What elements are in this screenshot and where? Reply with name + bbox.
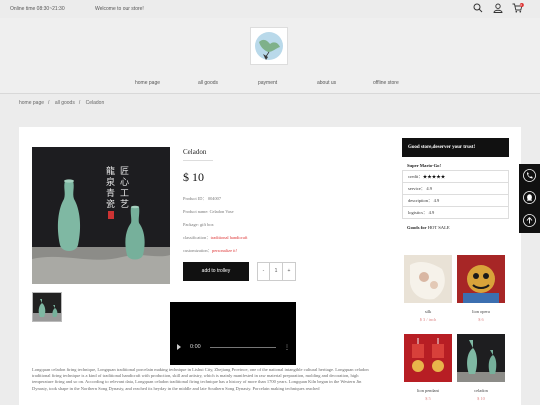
welcome-text: Welcome to our store! (95, 6, 144, 12)
quantity-input[interactable]: 1 (270, 262, 283, 281)
floating-toolbar (519, 164, 540, 233)
store-sidebar: Good store,deserver your trust! Super Ma… (402, 138, 509, 230)
hot-sale-item-price: $ 5 (425, 396, 431, 401)
svg-text:心: 心 (120, 177, 129, 188)
breadcrumb-current: Celadon (85, 100, 105, 106)
goods-for-label: Goods for (407, 225, 427, 230)
title-divider (183, 160, 213, 161)
svg-text:艺: 艺 (120, 199, 129, 210)
store-logo[interactable] (250, 27, 288, 65)
qq-chat-icon[interactable] (523, 191, 536, 204)
more-options-icon[interactable]: ⋮ (284, 344, 290, 351)
breadcrumb: home page / all goods / Celadon (19, 100, 108, 106)
video-time: 0:00 (190, 344, 201, 350)
silk-image[interactable] (404, 255, 452, 303)
phone-icon[interactable] (523, 169, 536, 182)
quantity-stepper: - 1 + (257, 262, 296, 281)
product-detail-panel: 龍泉青瓷 匠心工艺 Celadon $ 10 Product ID： 00400… (19, 127, 521, 405)
nav-payment[interactable]: payment (258, 80, 277, 86)
svg-text:青: 青 (106, 187, 115, 199)
site-header: home page all goods payment about us off… (0, 18, 540, 94)
product-id-value: 004007 (207, 196, 222, 201)
product-title: Celadon (183, 148, 207, 156)
product-thumbnail[interactable] (32, 292, 62, 322)
customization-label: customization： (183, 248, 213, 253)
nav-all-goods[interactable]: all goods (198, 80, 218, 86)
breadcrumb-home[interactable]: home page (19, 100, 44, 106)
hot-sale-label: HOT SALE (427, 225, 450, 230)
hot-sale-item-name[interactable]: celadon (457, 388, 505, 393)
hot-sale-item[interactable]: silk $ 3 / inch (404, 255, 452, 322)
hot-sale-item-price: $ 10 (477, 396, 485, 401)
hot-sale-item[interactable]: lion opera $ 6 (457, 255, 505, 322)
lion-opera-image[interactable] (457, 255, 505, 303)
product-name-row: Product name: Celadon Vase (183, 209, 234, 214)
svg-text:龍: 龍 (106, 165, 115, 177)
nav-about-us[interactable]: about us (317, 80, 336, 86)
product-description: Longquan celadon firing technique, Longq… (32, 367, 369, 391)
hot-sale-item-price: $ 6 (478, 317, 484, 322)
customization-value[interactable]: personalize it! (212, 248, 237, 253)
svg-text:瓷: 瓷 (106, 198, 115, 210)
product-classification-row: classification：traditional handicraft (183, 235, 248, 241)
svg-text:泉: 泉 (106, 176, 115, 188)
hot-sale-item-name[interactable]: lion pendant (404, 388, 452, 393)
classification-value[interactable]: traditional handicraft (211, 235, 248, 240)
svg-text:工: 工 (120, 189, 129, 199)
product-customization-row: customization：personalize it! (183, 248, 237, 254)
breadcrumb-separator: / (48, 100, 50, 106)
classification-label: classification： (183, 235, 211, 240)
cart-count-badge: 0 (520, 3, 523, 8)
hot-sale-item[interactable]: lion pendant $ 5 (404, 334, 452, 401)
svg-text:匠: 匠 (120, 166, 129, 177)
hot-sale-item[interactable]: celadon $ 10 (457, 334, 505, 401)
online-time-text: Online time 08:30~21:30 (10, 6, 65, 12)
product-video-player[interactable]: 0:00 ⋮ (170, 302, 296, 365)
product-id-label: Product ID： (183, 196, 207, 201)
hot-sale-item-price: $ 3 / inch (419, 317, 437, 322)
video-progress-bar[interactable] (210, 347, 276, 348)
goods-heading: Goods for HOT SALE (407, 225, 509, 230)
cart-icon[interactable]: 0 (512, 3, 524, 13)
add-to-trolley-button[interactable]: add to trolley (183, 262, 249, 281)
play-icon[interactable] (177, 344, 181, 350)
breadcrumb-separator: / (78, 100, 81, 106)
nav-offline-store[interactable]: offline store (373, 80, 399, 86)
sidebar-heading: Good store,deserver your trust! (402, 138, 509, 157)
credit-label: credit： (408, 174, 423, 179)
top-bar: Online time 08:30~21:30 Welcome to our s… (0, 0, 540, 18)
credit-stars: ★★★★★ (422, 174, 446, 179)
product-main-image[interactable]: 龍泉青瓷 匠心工艺 (32, 147, 170, 284)
logistics-row: logistics： 4.9 (402, 206, 509, 219)
nav-home-page[interactable]: home page (135, 80, 160, 86)
hot-sale-item-name[interactable]: lion opera (457, 309, 505, 314)
user-icon[interactable] (493, 3, 503, 13)
product-id-row: Product ID： 004007 (183, 196, 221, 202)
hot-sale-item-name[interactable]: silk (404, 309, 452, 314)
product-package-row: Package: gift box (183, 222, 214, 227)
quantity-decrease-button[interactable]: - (257, 262, 270, 281)
lion-pendant-image[interactable] (404, 334, 452, 382)
celadon-image[interactable] (457, 334, 505, 382)
search-icon[interactable] (473, 3, 483, 13)
quantity-increase-button[interactable]: + (283, 262, 296, 281)
product-price: $ 10 (183, 170, 204, 184)
back-to-top-icon[interactable] (523, 214, 536, 227)
breadcrumb-all-goods[interactable]: all goods (55, 100, 75, 106)
